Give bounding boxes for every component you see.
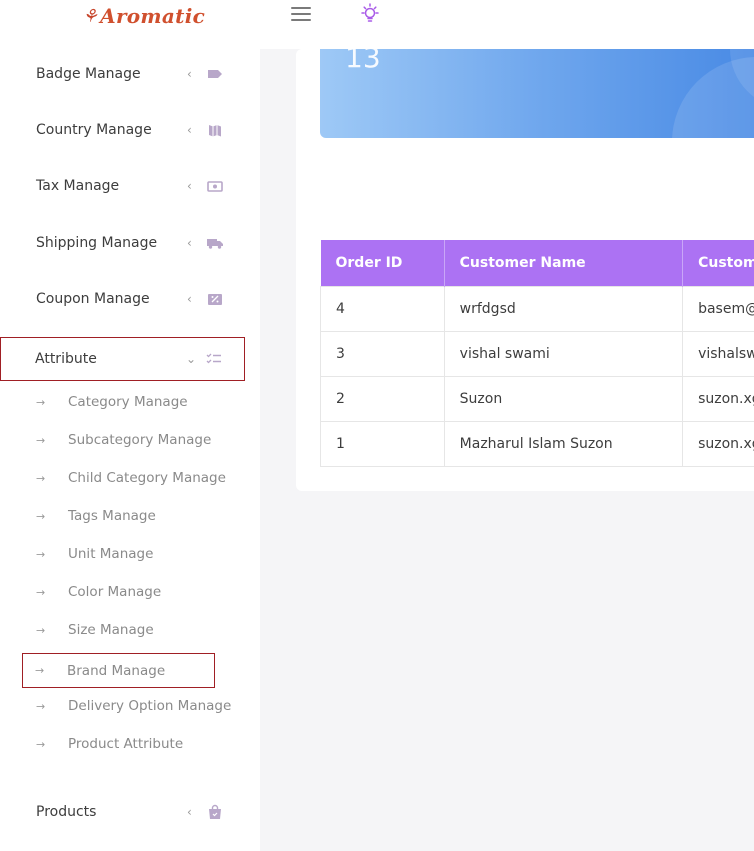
arrow-right-icon: → [36,699,46,713]
submenu-item-label: Unit Manage [68,546,154,562]
sidebar-item-attribute[interactable]: Attribute ⌄ [0,337,245,381]
lightbulb-icon[interactable] [358,3,382,25]
sidebar-item-label: Tax Manage [36,178,120,194]
chevron-left-icon: ‹ [187,292,192,306]
sidebar-item-label: Shipping Manage [36,235,158,251]
arrow-right-icon: → [35,664,45,677]
customer-email-cell: suzon.xg [682,420,754,467]
submenu-item-label: Size Manage [68,622,154,638]
hamburger-icon[interactable] [291,7,311,21]
sidebar: Badge Manage ‹ Country Manage ‹ Tax Mana… [0,49,260,851]
arrow-right-icon: → [36,471,46,485]
tag-icon [208,70,222,78]
coupon-icon [208,294,222,305]
column-header-customer-email[interactable]: Custome [682,240,754,286]
submenu-item-unit-manage[interactable]: → Unit Manage [22,538,232,570]
sidebar-item-country-manage[interactable]: Country Manage ‹ [0,108,245,152]
chevron-left-icon: ‹ [187,236,192,250]
submenu-item-tags-manage[interactable]: → Tags Manage [22,500,232,532]
sidebar-item-label: Products [36,804,97,820]
top-header: ⚘ Aromatic [0,0,754,49]
customer-email-cell: basem@ [682,285,754,332]
arrow-right-icon: → [36,433,46,447]
submenu-item-subcategory-manage[interactable]: → Subcategory Manage [22,424,232,456]
order-id-cell: 3 [320,330,445,377]
chevron-left-icon: ‹ [187,805,192,819]
submenu-item-label: Delivery Option Manage [68,698,232,714]
submenu-item-product-attribute[interactable]: → Product Attribute [22,728,232,760]
submenu-item-label: Brand Manage [67,662,166,679]
submenu-item-label: Subcategory Manage [68,432,212,448]
table-header-row: Order ID Customer Name Custome [320,240,754,286]
sidebar-item-tax-manage[interactable]: Tax Manage ‹ [0,164,245,208]
sidebar-item-label: Coupon Manage [36,291,150,307]
arrow-right-icon: → [36,509,46,523]
page: ⚘ Aromatic Badge Manage ‹ Country Manage… [0,0,754,851]
sidebar-item-label: Country Manage [36,122,152,138]
table-row[interactable]: 4 wrfdgsd basem@ [320,285,754,332]
order-id-cell: 1 [320,420,445,467]
table-row[interactable]: 3 vishal swami vishalsw [320,330,754,377]
customer-email-cell: vishalsw [682,330,754,377]
brand-logo[interactable]: ⚘ Aromatic [82,3,205,29]
truck-icon [207,239,223,249]
map-icon [209,125,221,137]
submenu-item-category-manage[interactable]: → Category Manage [22,386,232,418]
orders-table: Order ID Customer Name Custome 4 wrfdgsd… [320,240,754,467]
submenu-item-label: Product Attribute [68,736,184,752]
table-row[interactable]: 2 Suzon suzon.xg [320,375,754,422]
submenu-item-label: Category Manage [68,394,188,410]
chevron-left-icon: ‹ [187,67,192,81]
submenu-item-color-manage[interactable]: → Color Manage [22,576,232,608]
customer-name-cell: Suzon [443,375,684,422]
arrow-right-icon: → [36,623,46,637]
arrow-right-icon: → [36,737,46,751]
sidebar-item-label: Badge Manage [36,66,141,82]
table-row[interactable]: 1 Mazharul Islam Suzon suzon.xg [320,420,754,467]
submenu-item-brand-manage[interactable]: → Brand Manage [22,653,215,688]
sidebar-item-shipping-manage[interactable]: Shipping Manage ‹ [0,221,245,265]
sidebar-item-products[interactable]: Products ‹ [0,790,245,834]
arrow-right-icon: → [36,395,46,409]
submenu-item-label: Child Category Manage [68,470,226,486]
brand-name: Aromatic [100,4,206,28]
stats-banner: 13 [320,49,754,138]
customer-name-cell: Mazharul Islam Suzon [443,420,684,467]
leaf-icon: ⚘ [82,5,99,27]
submenu-item-size-manage[interactable]: → Size Manage [22,614,232,646]
customer-name-cell: vishal swami [443,330,684,377]
submenu-item-label: Tags Manage [68,508,156,524]
customer-email-cell: suzon.xg [682,375,754,422]
arrow-right-icon: → [36,585,46,599]
submenu-item-label: Color Manage [68,584,162,600]
submenu-item-child-category-manage[interactable]: → Child Category Manage [22,462,232,494]
order-id-cell: 4 [320,285,445,332]
bag-icon [209,804,221,819]
chevron-left-icon: ‹ [187,179,192,193]
chevron-down-icon: ⌄ [186,352,197,366]
order-id-cell: 2 [320,375,445,422]
chevron-left-icon: ‹ [187,123,192,137]
customer-name-cell: wrfdgsd [443,285,684,332]
sidebar-item-label: Attribute [35,351,97,367]
money-icon [207,181,223,192]
column-header-customer-name[interactable]: Customer Name [444,240,684,286]
sidebar-item-coupon-manage[interactable]: Coupon Manage ‹ [0,277,245,321]
submenu-item-delivery-option-manage[interactable]: → Delivery Option Manage [22,690,232,722]
arrow-right-icon: → [36,547,46,561]
column-header-order-id[interactable]: Order ID [320,240,445,286]
sidebar-item-badge-manage[interactable]: Badge Manage ‹ [0,52,245,96]
stat-count: 13 [345,49,381,74]
checklist-icon [206,353,221,364]
